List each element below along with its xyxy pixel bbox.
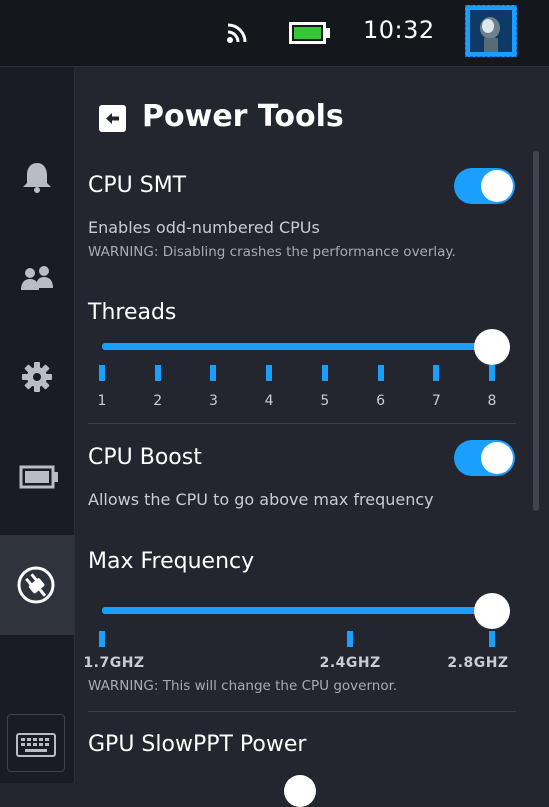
slider-tick-label: 1.7GHZ [83,655,145,671]
cpu-boost-description: Allows the CPU to go above max frequency [88,490,434,509]
threads-label: Threads [88,300,177,325]
cpu-boost-toggle[interactable] [454,440,515,476]
slider-tick [321,365,328,381]
slider-tick [433,365,440,381]
slider-tick [266,365,273,381]
slider-thumb[interactable] [474,593,510,629]
power-plug-icon [17,566,55,604]
slider-tick [99,631,105,647]
slider-thumb[interactable] [474,329,510,365]
sidebar [0,67,75,783]
sidebar-item-friends[interactable] [0,227,74,327]
slider-tick [347,631,354,647]
slider-tick [154,365,161,381]
gear-icon [22,362,52,392]
people-icon [21,266,53,290]
back-arrow-icon [106,113,119,124]
avatar[interactable] [465,5,517,57]
slider-tick-label: 2.8GHZ [447,655,509,671]
battery-icon [289,22,331,48]
sidebar-item-power-tools[interactable] [0,535,74,635]
slider-tick-label: 2.4GHZ [319,655,381,671]
max-frequency-slider[interactable] [102,591,510,631]
battery-icon [19,465,58,489]
divider [88,711,516,712]
keyboard-button[interactable] [7,714,65,772]
back-button[interactable] [99,105,126,132]
threads-slider[interactable] [102,327,510,367]
clock: 10:32 [363,16,435,44]
cpu-smt-toggle[interactable] [454,168,515,204]
sidebar-item-settings[interactable] [0,327,74,427]
cpu-smt-warning: WARNING: Disabling crashes the performan… [88,244,456,260]
slider-track [102,607,492,614]
status-bar: 10:32 [0,0,549,67]
max-frequency-label: Max Frequency [88,549,255,574]
toggle-knob [481,170,513,202]
sidebar-item-notifications[interactable] [0,127,74,227]
cpu-boost-label: CPU Boost [88,445,202,470]
max-frequency-warning: WARNING: This will change the CPU govern… [88,678,398,694]
bell-icon [23,163,51,193]
cpu-smt-description: Enables odd-numbered CPUs [88,218,320,237]
gpu-slowppt-label: GPU SlowPPT Power [88,732,307,757]
slider-tick [489,365,495,381]
slider-tick [377,365,384,381]
slider-tick [489,631,495,647]
scrollbar[interactable] [533,151,539,511]
slider-tick-label: 8 [487,393,497,409]
sidebar-item-performance[interactable] [0,427,74,527]
divider [88,423,516,424]
cpu-smt-label: CPU SMT [88,173,187,198]
keyboard-icon [16,733,56,757]
toggle-knob [481,442,513,474]
slider-tick [210,365,217,381]
gpu-slowppt-slider-thumb[interactable] [284,775,316,807]
page-title: Power Tools [142,99,344,134]
wifi-icon [226,22,252,48]
slider-tick [99,365,105,381]
power-tools-panel: Power Tools CPU SMT Enables odd-numbered… [75,67,549,807]
slider-track [102,343,492,350]
